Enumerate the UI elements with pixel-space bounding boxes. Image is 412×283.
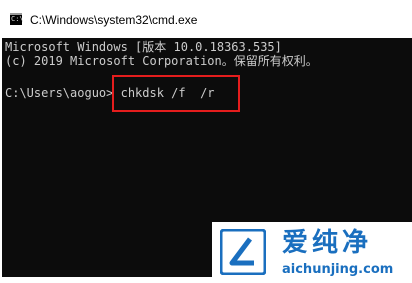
watermark-logo xyxy=(220,229,266,275)
title-bar[interactable]: C:\ C:\Windows\system32\cmd.exe xyxy=(0,0,412,38)
console-prompt: C:\Users\aoguo> xyxy=(5,86,114,100)
command-highlight-box xyxy=(112,75,240,112)
watermark: 爱纯净 aichunjing.com xyxy=(212,222,412,283)
cmd-window: C:\ C:\Windows\system32\cmd.exe Microsof… xyxy=(0,0,412,283)
cmd-icon: C:\ xyxy=(10,13,24,25)
watermark-text: 爱纯净 xyxy=(282,228,373,258)
console-copyright-line: (c) 2019 Microsoft Corporation。保留所有权利。 xyxy=(5,54,318,68)
window-title: C:\Windows\system32\cmd.exe xyxy=(30,13,198,27)
console-version-line: Microsoft Windows [版本 10.0.18363.535] xyxy=(5,40,282,54)
watermark-url: aichunjing.com xyxy=(282,262,394,277)
